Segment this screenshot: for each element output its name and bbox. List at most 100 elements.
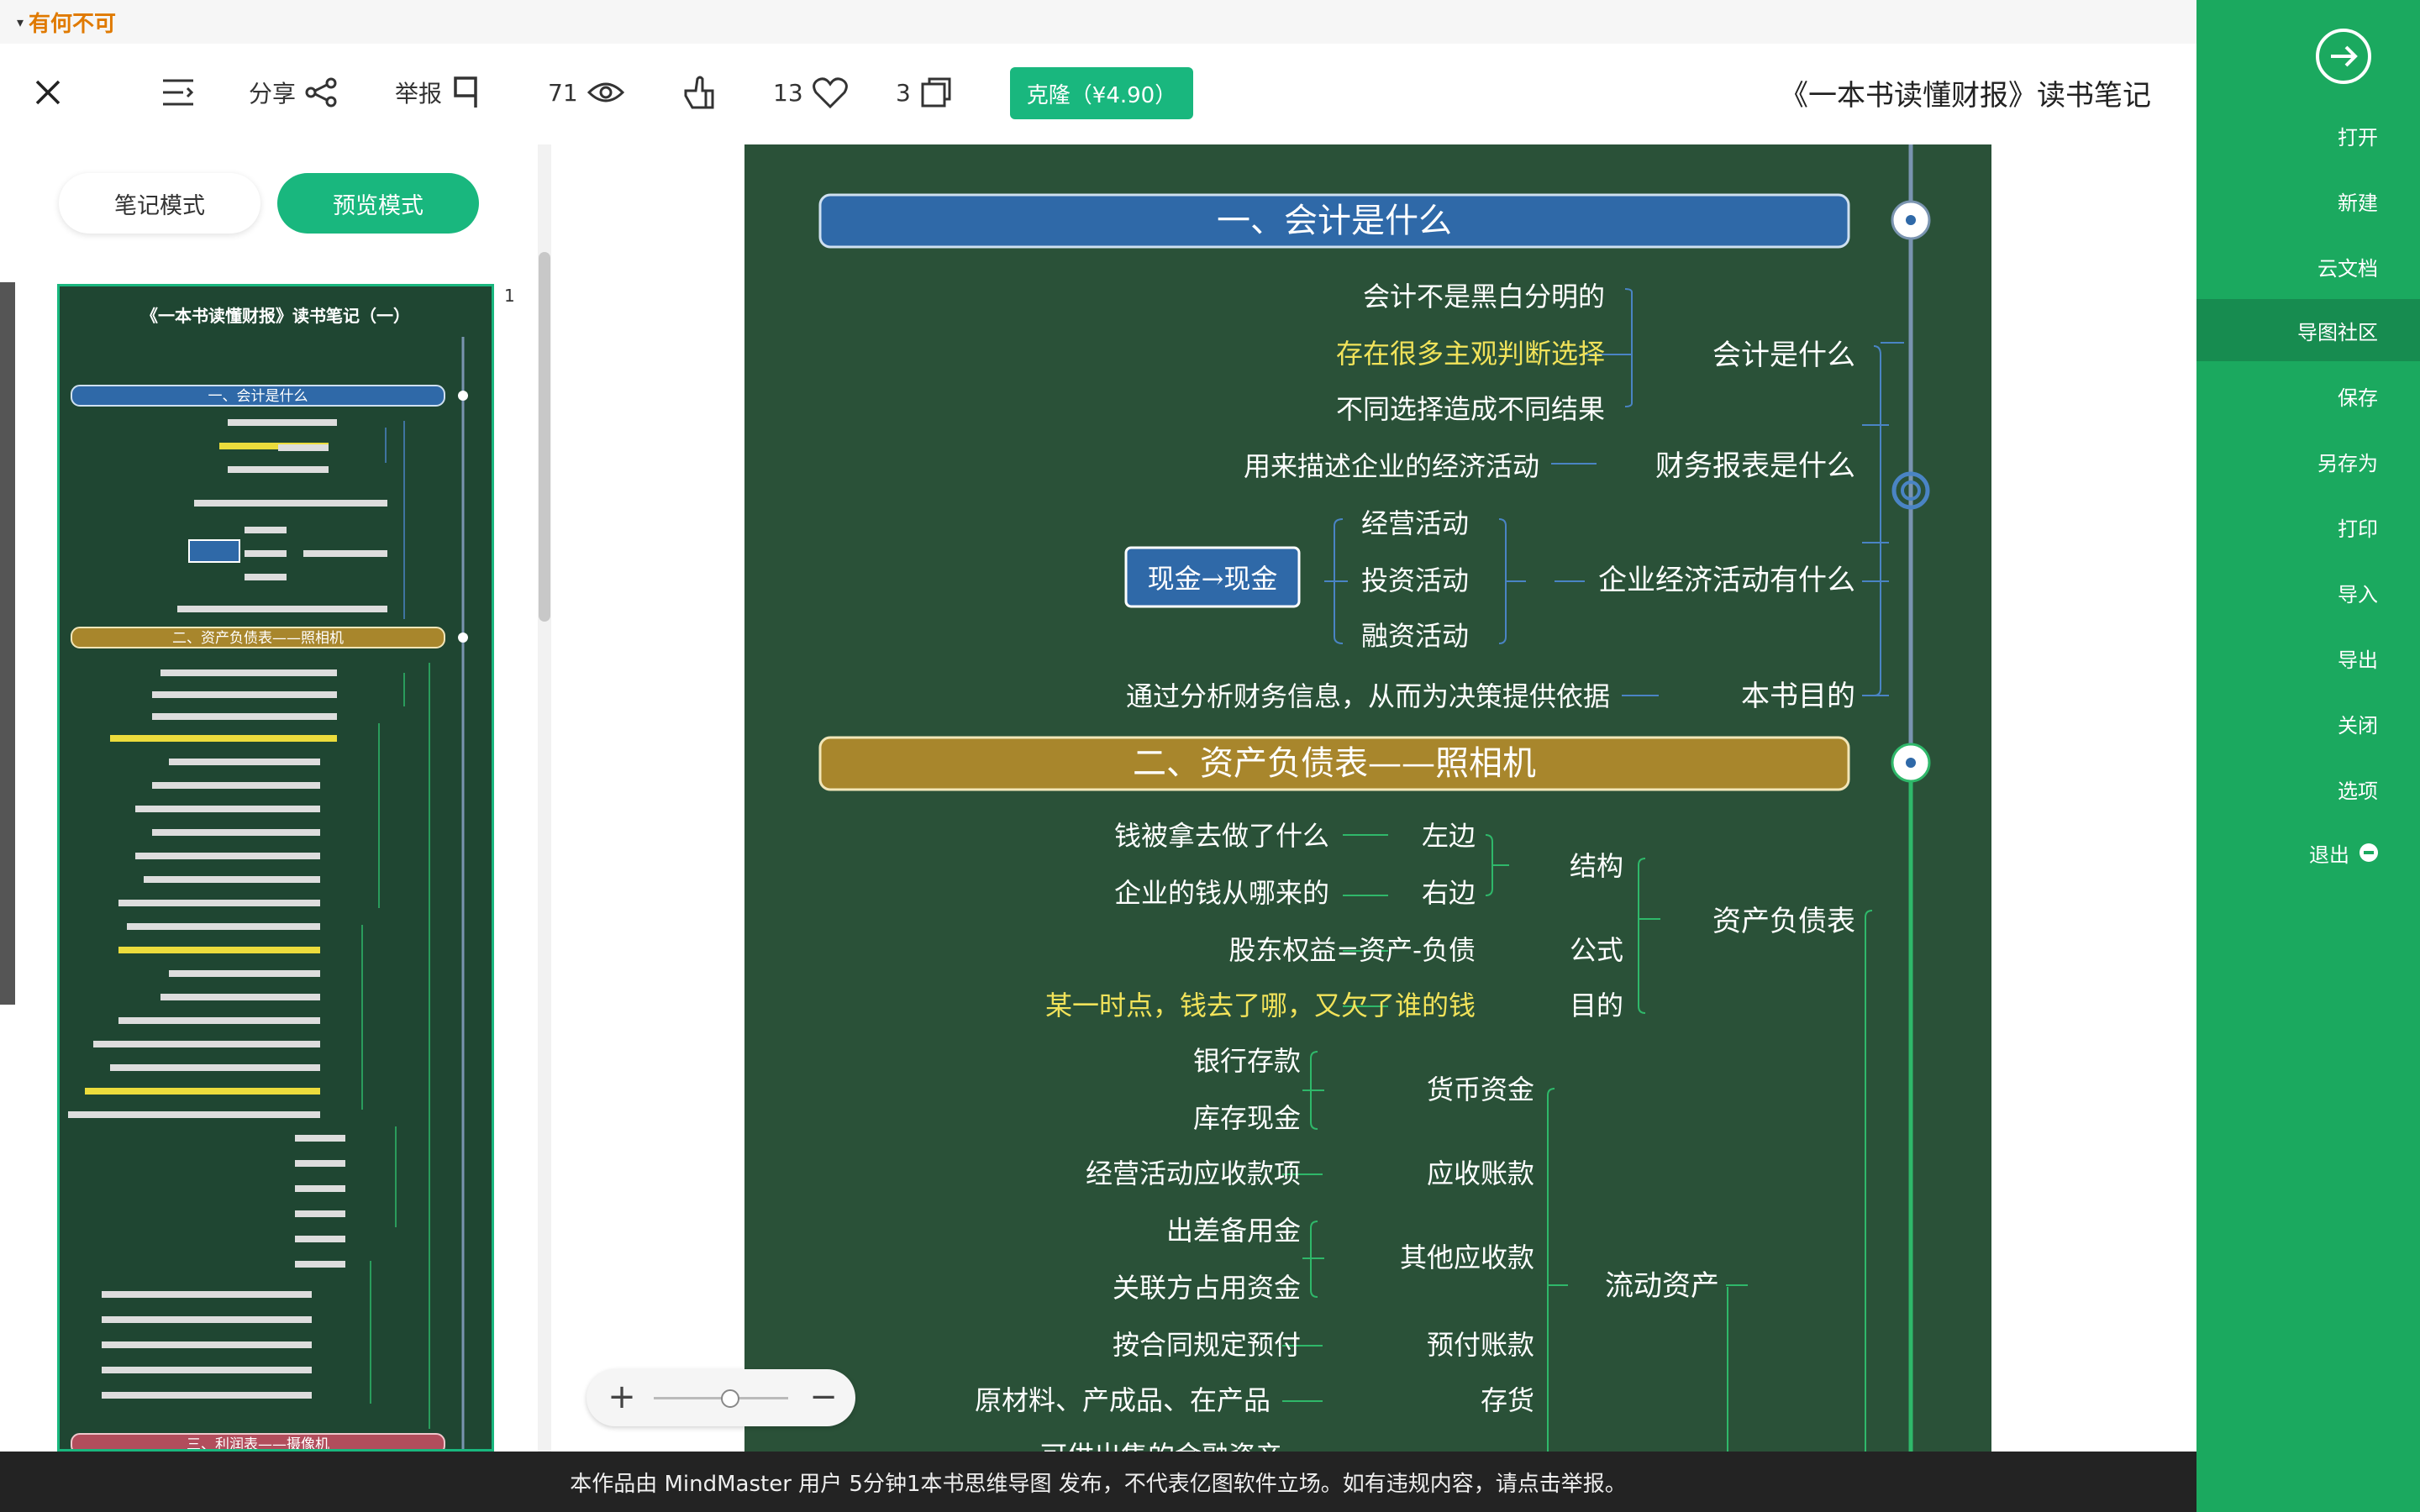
thumbnail-page-index: 1 <box>504 286 515 306</box>
bs-purpose[interactable]: 目的 <box>1570 990 1623 1021</box>
ca-inventory[interactable]: 存货 <box>1481 1384 1534 1416</box>
ca-cash-on-hand[interactable]: 库存现金 <box>1193 1102 1301 1134</box>
back-button[interactable] <box>2316 29 2371 84</box>
thumbnail-preview: 《一本书读懂财报》读书笔记（一） 一、会计是什么 二、资产负债表——照相机 三、… <box>68 306 468 1449</box>
sidebar-item-community[interactable]: 导图社区 <box>2196 299 2420 361</box>
ca-receivables[interactable]: 应收账款 <box>1427 1158 1534 1189</box>
document-title: 《一本书读懂财报》读书笔记 <box>1780 79 2151 113</box>
section2-banner[interactable]: 二、资产负债表——照相机 <box>818 736 1850 791</box>
bs-formula-desc[interactable]: 股东权益=资产-负债 <box>1228 934 1476 966</box>
sidebar-item-export[interactable]: 导出 <box>2196 627 2420 689</box>
ca-related-funds[interactable]: 关联方占用资金 <box>1113 1272 1301 1304</box>
topic-financial-statements[interactable]: 财务报表是什么 <box>1655 449 1855 483</box>
copies-counter: 3 <box>896 67 953 118</box>
topic-book-purpose[interactable]: 本书目的 <box>1741 680 1855 713</box>
cash-to-cash-box[interactable]: 现金→现金 <box>1124 546 1301 608</box>
t1-item-1[interactable]: 会计不是黑白分明的 <box>1363 281 1605 312</box>
sidebar-item-print[interactable]: 打印 <box>2196 496 2420 558</box>
thumb-section1: 一、会计是什么 <box>208 388 308 405</box>
sidebar-label: 打开 <box>2338 125 2378 150</box>
sidebar-item-close[interactable]: 关闭 <box>2196 692 2420 754</box>
ca-petty-cash[interactable]: 出差备用金 <box>1166 1215 1301 1247</box>
bs-structure[interactable]: 结构 <box>1570 850 1623 882</box>
t2-item[interactable]: 用来描述企业的经济活动 <box>1244 450 1539 482</box>
sidebar-label: 另存为 <box>2317 451 2378 475</box>
sidebar-label: 打印 <box>2338 517 2378 541</box>
thumb-title: 《一本书读懂财报》读书笔记（一） <box>141 306 410 326</box>
sidebar-item-cloud[interactable]: 云文档 <box>2196 235 2420 297</box>
sidebar-item-options[interactable]: 选项 <box>2196 758 2420 820</box>
t3-item-1[interactable]: 经营活动 <box>1361 507 1469 539</box>
preview-mode-button[interactable]: 预览模式 <box>277 173 479 234</box>
bs-right-desc[interactable]: 企业的钱从哪来的 <box>1114 877 1329 909</box>
note-mode-button[interactable]: 笔记模式 <box>59 173 260 234</box>
ca-cut-off[interactable]: 可供出售的金融资产 <box>1040 1440 1282 1452</box>
zoom-in-button[interactable]: + <box>602 1378 642 1418</box>
sidebar-label: 选项 <box>2338 779 2378 803</box>
panel-scrollbar-thumb[interactable] <box>539 252 550 622</box>
section1-banner[interactable]: 一、会计是什么 <box>818 193 1850 249</box>
sidebar-label: 新建 <box>2338 191 2378 215</box>
bs-purpose-desc[interactable]: 某一时点，钱去了哪，又欠了谁的钱 <box>1045 990 1476 1021</box>
likes-count: 13 <box>773 78 803 107</box>
sidebar-item-open[interactable]: 打开 <box>2196 104 2420 166</box>
ca-prepayments-desc[interactable]: 按合同规定预付 <box>1113 1329 1301 1361</box>
thumb-section3: 三、利润表——摄像机 <box>187 1436 329 1449</box>
left-edge-scrollbar[interactable] <box>0 282 15 1005</box>
ca-monetary[interactable]: 货币资金 <box>1427 1074 1534 1105</box>
clone-button[interactable]: 克隆（¥4.90） <box>1010 67 1193 119</box>
outline-button[interactable] <box>161 67 195 118</box>
bs-left-desc[interactable]: 钱被拿去做了什么 <box>1114 820 1329 852</box>
topic-balance-sheet[interactable]: 资产负债表 <box>1712 905 1855 938</box>
topic-business-activities[interactable]: 企业经济活动有什么 <box>1598 564 1855 597</box>
ca-bank-deposit[interactable]: 银行存款 <box>1193 1045 1301 1077</box>
ca-other-receivables[interactable]: 其他应收款 <box>1400 1242 1534 1273</box>
copy-icon <box>921 77 951 108</box>
views-counter: 71 <box>548 67 625 118</box>
thumbs-up-icon <box>684 76 714 109</box>
heart-icon <box>812 77 848 109</box>
sidebar-item-save-as[interactable]: 另存为 <box>2196 430 2420 492</box>
zoom-slider[interactable] <box>654 1389 788 1408</box>
ca-prepayments[interactable]: 预付账款 <box>1427 1329 1534 1361</box>
ca-inventory-desc[interactable]: 原材料、产成品、在产品 <box>975 1384 1270 1416</box>
report-label: 举报 <box>395 80 443 108</box>
topic-what-is-accounting[interactable]: 会计是什么 <box>1712 339 1855 372</box>
sidebar-item-save[interactable]: 保存 <box>2196 365 2420 427</box>
bs-left[interactable]: 左边 <box>1422 820 1476 852</box>
bs-right[interactable]: 右边 <box>1422 877 1476 909</box>
t4-item[interactable]: 通过分析财务信息，从而为决策提供依据 <box>1126 680 1610 712</box>
page-thumbnail[interactable]: 《一本书读懂财报》读书笔记（一） 一、会计是什么 二、资产负债表——照相机 三、… <box>57 284 494 1452</box>
topic-current-assets[interactable]: 流动资产 <box>1605 1269 1719 1303</box>
caret-down-icon: ▾ <box>17 13 24 30</box>
sidebar-label: 保存 <box>2338 386 2378 410</box>
t1-item-3[interactable]: 不同选择造成不同结果 <box>1336 393 1605 425</box>
mindmap: 一、会计是什么 会计是什么 会计不是黑白分明的 存在很多主观判断选择 不同选择造… <box>818 144 1931 1452</box>
sidebar-item-import[interactable]: 导入 <box>2196 561 2420 623</box>
copyright-notice[interactable]: 本作品由 MindMaster 用户 5分钟1本书思维导图 发布，不代表亿图软件… <box>0 1452 2196 1512</box>
ca-receivables-desc[interactable]: 经营活动应收款项 <box>1086 1158 1301 1189</box>
sidebar-item-exit[interactable]: 退出 <box>2196 822 2420 884</box>
sidebar-item-new[interactable]: 新建 <box>2196 170 2420 232</box>
arrow-right-icon <box>2331 45 2358 67</box>
sidebar-label: 退出 <box>2309 843 2349 867</box>
close-button[interactable] <box>34 67 62 118</box>
mindmap-canvas[interactable]: 一、会计是什么 会计是什么 会计不是黑白分明的 存在很多主观判断选择 不同选择造… <box>551 144 2196 1452</box>
like-button[interactable]: 13 <box>773 67 849 118</box>
brand-label: 有何不可 <box>29 11 117 37</box>
share-button[interactable]: 分享 <box>249 67 338 118</box>
t3-item-2[interactable]: 投资活动 <box>1361 564 1469 596</box>
thumbs-up-button[interactable] <box>681 67 718 118</box>
close-icon <box>35 80 60 105</box>
zoom-out-button[interactable]: − <box>803 1378 844 1418</box>
zoom-slider-knob[interactable] <box>721 1389 739 1408</box>
bs-formula[interactable]: 公式 <box>1570 934 1623 966</box>
report-button[interactable]: 举报 <box>395 67 481 118</box>
brand-menu[interactable]: ▾ 有何不可 <box>17 7 116 37</box>
flag-icon <box>454 76 477 108</box>
eye-icon <box>587 82 624 102</box>
section1-title: 一、会计是什么 <box>1217 202 1452 240</box>
t3-item-3[interactable]: 融资活动 <box>1361 620 1469 652</box>
t1-item-2[interactable]: 存在很多主观判断选择 <box>1336 338 1605 370</box>
cash-box-label: 现金→现金 <box>1148 563 1278 595</box>
